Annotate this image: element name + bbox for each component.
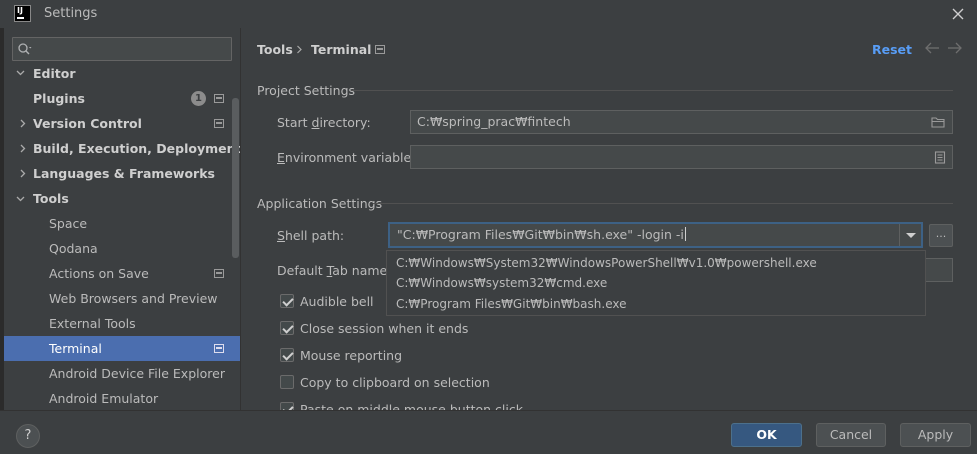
shell-option[interactable]: C:₩Program Files₩Git₩bin₩bash.exe [396,297,626,311]
sidebar-item-label: Tools [33,191,69,206]
shell-option[interactable]: C:₩Windows₩system32₩cmd.exe [396,276,607,290]
start-directory-value: C:₩spring_prac₩fintech [417,114,571,129]
chevron-right-icon [20,119,26,128]
environment-variables-field[interactable] [410,145,953,169]
breadcrumb-separator-icon [297,45,302,54]
document-icon[interactable] [934,151,946,164]
dialog-footer: ? OK Cancel Apply [0,410,977,454]
audible-bell-label[interactable]: Audible bell [300,294,374,309]
chevron-right-icon [20,144,26,153]
terminal-settings-panel: Tools Terminal Reset Project Settings St… [241,28,977,410]
sidebar-item-label: Editor [33,66,76,81]
chevron-down-icon [16,70,25,76]
settings-sidebar: Editor Plugins 1 Version Control Build, … [4,28,240,410]
close-session-label[interactable]: Close session when it ends [300,321,468,336]
sidebar-item-tools[interactable]: Tools [4,186,240,211]
folder-icon[interactable] [931,116,946,128]
chevron-right-icon [20,169,26,178]
sidebar-item-label: Languages & Frameworks [33,166,215,181]
shell-path-input[interactable]: "C:₩Program Files₩Git₩bin₩sh.exe" -login… [397,227,686,242]
project-settings-icon [214,269,224,278]
sidebar-item-label: Actions on Save [49,266,149,281]
sidebar-item-android-device-file-explorer[interactable]: Android Device File Explorer [4,361,240,386]
shell-path-browse-button[interactable]: ... [929,224,953,247]
sidebar-item-label: Terminal [49,341,102,356]
sidebar-item-android-emulator[interactable]: Android Emulator [4,386,240,410]
sidebar-item-label: Space [49,216,88,231]
project-settings-title: Project Settings [257,83,356,98]
close-icon[interactable] [947,3,969,25]
separator [373,203,953,204]
intellij-logo-icon [14,5,31,22]
environment-variables-label: Environment variables: [277,150,422,165]
sidebar-scrollbar[interactable] [232,98,239,258]
help-button[interactable]: ? [16,424,40,448]
paste-middle-click-label[interactable]: Paste on middle mouse button click [300,402,523,410]
copy-on-selection-label[interactable]: Copy to clipboard on selection [300,375,490,390]
sidebar-item-web-browsers[interactable]: Web Browsers and Preview [4,286,240,311]
sidebar-item-label: Qodana [49,241,98,256]
copy-on-selection-checkbox[interactable] [280,375,294,389]
sidebar-item-space[interactable]: Space [4,211,240,236]
sidebar-item-label: Build, Execution, Deployment [33,141,240,156]
apply-button[interactable]: Apply [900,423,971,447]
start-directory-label: Start directory: [277,115,371,130]
reset-link[interactable]: Reset [872,42,912,57]
forward-arrow-icon[interactable] [947,42,963,54]
sidebar-item-label: Plugins [33,91,85,106]
sidebar-item-external-tools[interactable]: External Tools [4,311,240,336]
sidebar-item-editor[interactable]: Editor [4,61,240,86]
breadcrumb-terminal: Terminal [311,42,372,57]
window-title: Settings [44,6,98,21]
close-session-checkbox[interactable] [280,321,294,335]
settings-search-input[interactable] [37,40,227,58]
update-count-badge: 1 [191,91,206,106]
shell-option[interactable]: C:₩Windows₩System32₩WindowsPowerShell₩v1… [396,256,817,270]
sidebar-item-terminal[interactable]: Terminal [4,336,240,361]
breadcrumb-tools[interactable]: Tools [257,42,293,57]
sidebar-item-label: Android Device File Explorer [49,366,225,381]
sidebar-item-label: Android Emulator [49,391,159,406]
text-caret [684,227,686,241]
search-icon [18,43,32,55]
project-settings-icon [214,344,224,353]
sidebar-item-actions-on-save[interactable]: Actions on Save [4,261,240,286]
application-settings-title: Application Settings [257,196,383,211]
back-arrow-icon[interactable] [924,42,940,54]
paste-middle-click-checkbox[interactable] [280,402,294,410]
project-settings-icon [214,119,224,128]
project-settings-icon [214,94,224,103]
separator [351,90,953,91]
settings-search-box[interactable] [12,37,232,61]
chevron-down-icon [16,196,25,202]
shell-path-dropdown-button[interactable] [899,224,921,246]
mouse-reporting-checkbox[interactable] [280,348,294,362]
cancel-button[interactable]: Cancel [816,423,886,447]
mouse-reporting-label[interactable]: Mouse reporting [300,348,402,363]
ok-button[interactable]: OK [731,423,802,447]
shell-path-dropdown-list: C:₩Windows₩System32₩WindowsPowerShell₩v1… [386,250,926,316]
start-directory-field[interactable]: C:₩spring_prac₩fintech [410,110,953,134]
shell-path-combobox[interactable]: "C:₩Program Files₩Git₩bin₩sh.exe" -login… [388,222,923,248]
sidebar-item-label: Web Browsers and Preview [49,291,218,306]
title-bar: Settings [0,0,977,28]
sidebar-item-languages-frameworks[interactable]: Languages & Frameworks [4,161,240,186]
sidebar-item-label: External Tools [49,316,136,331]
sidebar-item-label: Version Control [33,116,142,131]
audible-bell-checkbox[interactable] [280,294,294,308]
sidebar-item-plugins[interactable]: Plugins 1 [4,86,240,111]
shell-path-label: Shell path: [277,228,345,243]
default-tab-name-label: Default Tab name: [277,263,392,278]
project-settings-icon [375,45,385,54]
sidebar-item-build-execution-deployment[interactable]: Build, Execution, Deployment [4,136,240,161]
sidebar-item-version-control[interactable]: Version Control [4,111,240,136]
sidebar-item-qodana[interactable]: Qodana [4,236,240,261]
